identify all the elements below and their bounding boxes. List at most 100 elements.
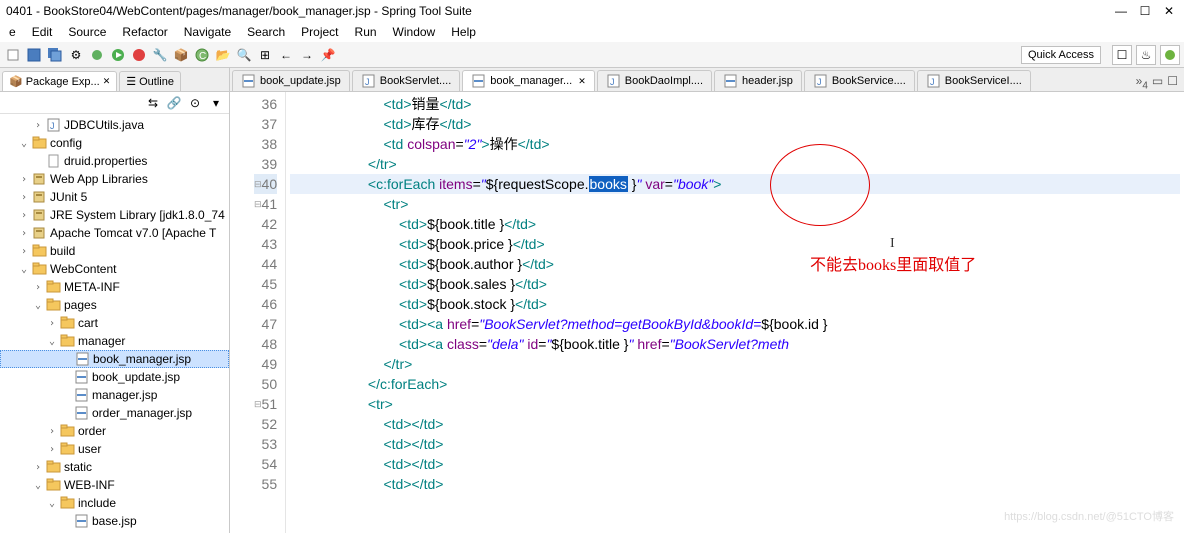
expand-icon[interactable]: › [18,228,30,239]
menu-search[interactable]: Search [240,23,292,41]
maximize-button[interactable]: ☐ [1136,4,1154,18]
search-icon[interactable]: 🔍 [235,46,253,64]
java-perspective-icon[interactable]: ♨ [1136,45,1156,65]
code-line[interactable]: <td></td> [290,434,1180,454]
editor-tab-book-update-jsp[interactable]: book_update.jsp [232,70,350,91]
nav-back-icon[interactable]: ← [277,46,295,64]
expand-icon[interactable]: › [18,174,30,185]
spring-perspective-icon[interactable] [1160,45,1180,65]
expand-icon[interactable]: › [18,210,30,221]
tree-item-manager-jsp[interactable]: manager.jsp [0,386,229,404]
code-line[interactable]: <td>${book.price }</td> [290,234,1180,254]
focus-icon[interactable]: ⊙ [186,94,204,112]
code-line[interactable]: <c:forEach items="${requestScope.books }… [290,174,1180,194]
toggle-icon[interactable]: ⊞ [256,46,274,64]
tree-item-apache-tomcat-v7-0--apache-t[interactable]: ›Apache Tomcat v7.0 [Apache T [0,224,229,242]
collapse-icon[interactable]: ⌄ [32,480,44,491]
save-icon[interactable] [25,46,43,64]
editor-tab-book-manager---[interactable]: book_manager...✕ [462,70,595,91]
tree-item-base-jsp[interactable]: base.jsp [0,512,229,530]
expand-icon[interactable]: › [18,192,30,203]
code-editor[interactable]: 36373839⊟40⊟41424344454647484950⊟5152535… [230,92,1184,533]
nav-fwd-icon[interactable]: → [298,46,316,64]
code-line[interactable]: <td></td> [290,474,1180,494]
new-class-icon[interactable]: C [193,46,211,64]
project-tree[interactable]: ›JJDBCUtils.java⌄configdruid.properties›… [0,114,229,533]
tree-item-book-manager-jsp[interactable]: book_manager.jsp [0,350,229,368]
expand-icon[interactable]: › [18,246,30,257]
collapse-icon[interactable]: ⌄ [46,498,58,509]
debug-icon[interactable] [88,46,106,64]
tree-item-include[interactable]: ⌄include [0,494,229,512]
new-pkg-icon[interactable]: 📦 [172,46,190,64]
code-line[interactable]: <td colspan="2">操作</td> [290,134,1180,154]
tab-outline[interactable]: ☰ Outline [119,71,181,91]
code-line[interactable]: <td></td> [290,454,1180,474]
save-all-icon[interactable] [46,46,64,64]
tab-package-explorer[interactable]: 📦 Package Exp... ✕ [2,71,117,91]
code-line[interactable]: </tr> [290,154,1180,174]
minimize-view-icon[interactable]: ▭ [1152,74,1163,91]
editor-tab-header-jsp[interactable]: header.jsp [714,70,802,91]
editor-tab-bookservlet----[interactable]: JBookServlet.... [352,70,461,91]
tree-item-webcontent[interactable]: ⌄WebContent [0,260,229,278]
expand-icon[interactable]: › [46,318,58,329]
tree-item-web-app-libraries[interactable]: ›Web App Libraries [0,170,229,188]
tree-item-order-manager-jsp[interactable]: order_manager.jsp [0,404,229,422]
code-line[interactable]: <td>${book.author }</td> [290,254,1180,274]
view-menu-icon[interactable]: ▾ [207,94,225,112]
menu-edit[interactable]: Edit [25,23,60,41]
expand-icon[interactable]: › [32,462,44,473]
tree-item-jre-system-library--jdk1-8-0-74[interactable]: ›JRE System Library [jdk1.8.0_74 [0,206,229,224]
menu-e[interactable]: e [2,23,23,41]
code-line[interactable]: <td>${book.stock }</td> [290,294,1180,314]
pin-icon[interactable]: 📌 [319,46,337,64]
open-perspective-icon[interactable]: ☐ [1112,45,1132,65]
code-line[interactable]: <tr> [290,194,1180,214]
menu-window[interactable]: Window [386,23,443,41]
tree-item-manager[interactable]: ⌄manager [0,332,229,350]
collapse-icon[interactable]: ⌄ [46,336,58,347]
ext-tools-icon[interactable]: 🔧 [151,46,169,64]
code-line[interactable]: <td></td> [290,414,1180,434]
menu-help[interactable]: Help [444,23,483,41]
close-button[interactable]: ✕ [1160,4,1178,18]
run-last-icon[interactable] [130,46,148,64]
expand-icon[interactable]: › [32,282,44,293]
close-tab-icon[interactable]: ✕ [578,76,586,87]
minimize-button[interactable]: — [1112,4,1130,18]
editor-tab-bookservice----[interactable]: JBookService.... [804,70,915,91]
quick-access[interactable]: Quick Access [1021,46,1101,64]
code-line[interactable]: <td><a href="BookServlet?method=getBookB… [290,314,1180,334]
code-line[interactable]: </c:forEach> [290,374,1180,394]
expand-icon[interactable]: › [46,426,58,437]
code-line[interactable]: </tr> [290,354,1180,374]
tree-item-pages[interactable]: ⌄pages [0,296,229,314]
editor-tab-bookservicei----[interactable]: JBookServiceI.... [917,70,1031,91]
collapse-all-icon[interactable]: ⇆ [144,94,162,112]
code-line[interactable]: <td>${book.sales }</td> [290,274,1180,294]
maximize-view-icon[interactable]: ☐ [1167,74,1178,91]
tree-item-order[interactable]: ›order [0,422,229,440]
new-icon[interactable] [4,46,22,64]
tree-item-jdbcutils-java[interactable]: ›JJDBCUtils.java [0,116,229,134]
tree-item-config[interactable]: ⌄config [0,134,229,152]
tree-item-static[interactable]: ›static [0,458,229,476]
code-line[interactable]: <tr> [290,394,1180,414]
open-type-icon[interactable]: 📂 [214,46,232,64]
tree-item-meta-inf[interactable]: ›META-INF [0,278,229,296]
tree-item-junit-5[interactable]: ›JUnit 5 [0,188,229,206]
tool-icon[interactable]: ⚙ [67,46,85,64]
code-line[interactable]: <td><a class="dela" id="${book.title }" … [290,334,1180,354]
link-editor-icon[interactable]: 🔗 [165,94,183,112]
code-content[interactable]: <td>销量</td> <td>库存</td> <td colspan="2">… [286,92,1184,533]
tree-item-web-inf[interactable]: ⌄WEB-INF [0,476,229,494]
menu-refactor[interactable]: Refactor [115,23,174,41]
menu-navigate[interactable]: Navigate [177,23,238,41]
tree-item-druid-properties[interactable]: druid.properties [0,152,229,170]
tree-item-cart[interactable]: ›cart [0,314,229,332]
collapse-icon[interactable]: ⌄ [32,300,44,311]
code-line[interactable]: <td>库存</td> [290,114,1180,134]
tree-item-user[interactable]: ›user [0,440,229,458]
editor-tab-bookdaoimpl----[interactable]: JBookDaoImpl.... [597,70,712,91]
